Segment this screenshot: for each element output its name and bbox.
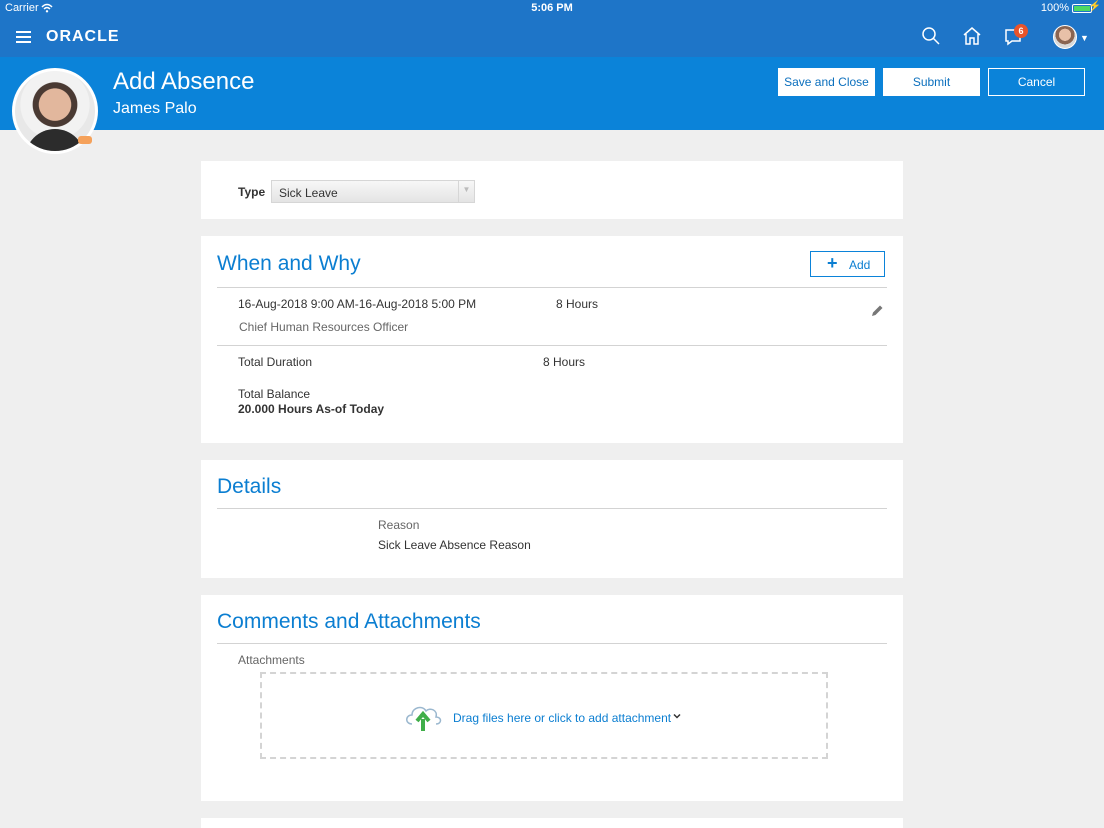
type-label: Type [238,185,266,199]
dropdown-arrow-icon: ▼ [458,181,474,202]
menu-icon[interactable] [16,31,31,43]
employee-name: James Palo [113,100,197,117]
dropzone-text: Drag files here or click to add attachme… [453,711,672,725]
absence-type-value: Sick Leave [279,186,338,200]
section-title-details: Details [217,475,282,498]
cloud-upload-icon [406,706,442,731]
absence-dates: 16-Aug-2018 9:00 AM-16-Aug-2018 5:00 PM [238,297,477,311]
top-nav: ORACLE [0,17,1104,57]
charging-icon: ⚡ [1088,1,1101,12]
total-balance-label: Total Balance [238,387,311,401]
divider [217,643,887,644]
user-avatar[interactable] [1053,25,1077,49]
oracle-logo: ORACLE [46,28,120,45]
plus-icon: + [827,253,838,273]
absence-type-select[interactable]: Sick Leave ▼ [271,180,475,203]
absence-duration: 8 Hours [556,297,599,311]
divider [217,287,887,288]
search-icon[interactable] [920,25,942,47]
comments-attachments-card: Comments and Attachments Attachments Dra… [201,595,903,801]
page-title: Add Absence [113,68,255,95]
total-duration-value: 8 Hours [543,355,586,369]
edit-pencil-icon[interactable] [869,303,885,319]
absence-role: Chief Human Resources Officer [239,320,409,334]
chevron-down-icon[interactable] [671,710,683,722]
divider [217,508,887,509]
section-title-comments: Comments and Attachments [217,610,481,633]
divider [217,345,887,346]
chevron-down-icon[interactable]: ▼ [1080,33,1089,43]
reason-label: Reason [378,518,420,532]
total-balance-value: 20.000 Hours As-of Today [238,402,385,416]
section-title-when-why: When and Why [217,252,361,275]
total-duration-label: Total Duration [238,355,313,369]
clock: 5:06 PM [531,2,573,14]
type-card: Type Sick Leave ▼ [201,161,903,219]
status-bar: Carrier 5:06 PM 100% ⚡ [0,0,1104,17]
home-icon[interactable] [961,25,983,47]
battery-percent: 100% [1040,2,1069,14]
submit-button[interactable]: Submit [883,68,980,96]
notification-badge: 6 [1014,24,1028,38]
save-and-close-button[interactable]: Save and Close [778,68,875,96]
presence-badge [78,136,92,144]
details-card: Details Reason Sick Leave Absence Reason [201,460,903,578]
next-card [201,818,903,828]
add-button[interactable]: + Add [810,251,885,277]
add-button-label: Add [849,258,871,272]
attachments-label: Attachments [238,653,305,667]
cancel-button[interactable]: Cancel [988,68,1085,96]
when-and-why-card: When and Why + Add 16-Aug-2018 9:00 AM-1… [201,236,903,443]
attachment-dropzone[interactable]: Drag files here or click to add attachme… [260,672,828,759]
reason-value: Sick Leave Absence Reason [378,538,531,552]
